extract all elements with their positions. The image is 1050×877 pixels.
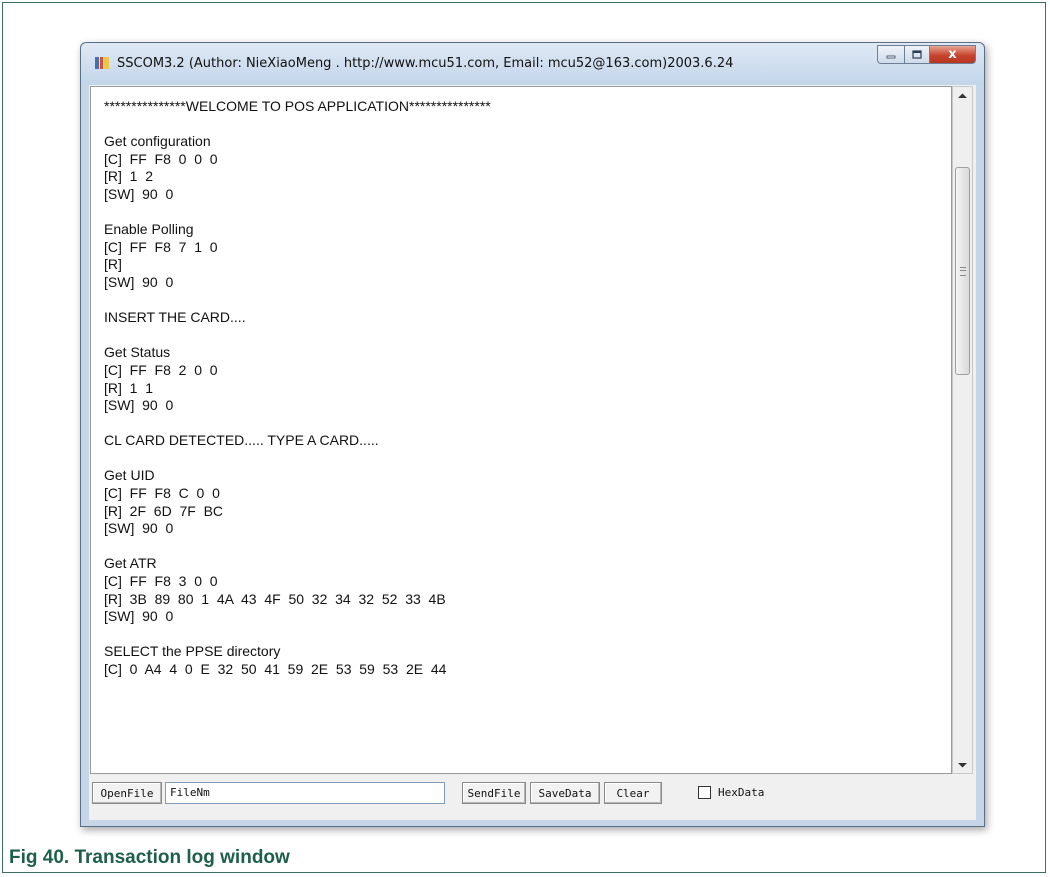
log-line: [C] FF F8 2 0 0 xyxy=(104,361,218,378)
log-line: Get UID xyxy=(104,467,155,484)
figure-caption: Fig 40. Transaction log window xyxy=(9,847,290,868)
window-controls: x xyxy=(877,45,976,65)
sscom-window: SSCOM3.2 (Author: NieXiaoMeng . http://w… xyxy=(80,42,985,827)
log-line: [C] FF F8 C 0 0 xyxy=(104,485,220,502)
log-line: [R] xyxy=(104,256,122,273)
arrow-down-icon xyxy=(958,762,967,767)
log-line: [SW] 90 0 xyxy=(104,185,174,202)
open-file-button[interactable]: OpenFile xyxy=(92,782,162,804)
save-data-button[interactable]: SaveData xyxy=(530,782,600,804)
log-line: [SW] 90 0 xyxy=(104,520,174,537)
log-line: [SW] 90 0 xyxy=(104,273,174,290)
bottom-toolbar: OpenFile FileNm SendFile SaveData Clear … xyxy=(90,778,974,808)
log-line: [R] 3B 89 80 1 4A 43 4F 50 32 34 32 52 3… xyxy=(104,590,446,607)
window-title: SSCOM3.2 (Author: NieXiaoMeng . http://w… xyxy=(117,56,734,71)
log-line: Enable Polling xyxy=(104,221,194,238)
log-line: CL CARD DETECTED..... TYPE A CARD..... xyxy=(104,432,379,449)
log-line: [C] FF F8 0 0 0 xyxy=(104,150,218,167)
log-line: [C] FF F8 7 1 0 xyxy=(104,238,218,255)
close-icon: x xyxy=(948,47,957,62)
scroll-up-arrow[interactable] xyxy=(953,87,972,104)
log-line: ***************WELCOME TO POS APPLICATIO… xyxy=(104,98,491,114)
client-area: ***************WELCOME TO POS APPLICATIO… xyxy=(89,85,976,820)
log-line: Get ATR xyxy=(104,555,157,572)
grip-icon xyxy=(960,267,966,276)
close-button[interactable]: x xyxy=(930,45,976,64)
log-line: [SW] 90 0 xyxy=(104,608,174,625)
arrow-up-icon xyxy=(958,93,967,98)
scrollbar-thumb[interactable] xyxy=(955,167,970,375)
log-line: [SW] 90 0 xyxy=(104,397,174,414)
minimize-button[interactable] xyxy=(877,45,904,64)
log-line: INSERT THE CARD.... xyxy=(104,309,246,326)
app-icon xyxy=(95,57,109,69)
maximize-button[interactable] xyxy=(904,45,930,64)
hex-data-label: HexData xyxy=(718,786,765,799)
log-line: Get Status xyxy=(104,344,171,361)
scroll-down-arrow[interactable] xyxy=(953,756,972,773)
minimize-icon xyxy=(886,55,896,58)
log-line: [R] 1 1 xyxy=(104,379,154,396)
title-bar[interactable]: SSCOM3.2 (Author: NieXiaoMeng . http://w… xyxy=(81,43,984,85)
hex-data-checkbox[interactable] xyxy=(698,786,711,799)
log-line: SELECT the PPSE directory xyxy=(104,643,281,660)
file-name-input[interactable]: FileNm xyxy=(165,782,445,804)
log-text: ***************WELCOME TO POS APPLICATIO… xyxy=(104,98,947,679)
maximize-icon xyxy=(912,49,922,59)
log-line: [C] 0 A4 4 0 E 32 50 41 59 2E 53 59 53 2… xyxy=(104,661,447,677)
clear-button[interactable]: Clear xyxy=(604,782,662,804)
vertical-scrollbar[interactable] xyxy=(952,86,973,774)
log-line: [C] FF F8 3 0 0 xyxy=(104,573,218,590)
send-file-button[interactable]: SendFile xyxy=(462,782,526,804)
log-line: [R] 2F 6D 7F BC xyxy=(104,502,224,519)
log-line: [R] 1 2 xyxy=(104,168,154,185)
log-line: Get configuration xyxy=(104,133,211,150)
receive-log[interactable]: ***************WELCOME TO POS APPLICATIO… xyxy=(90,86,952,774)
